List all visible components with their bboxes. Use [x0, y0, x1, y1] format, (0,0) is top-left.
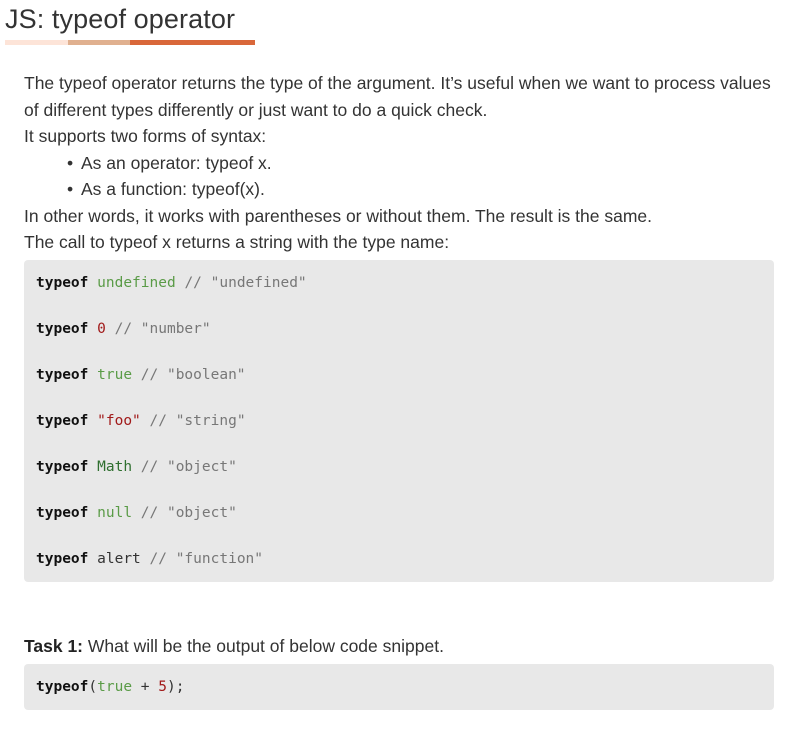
code-comment: // "object" — [140, 504, 237, 521]
code-keyword: typeof — [36, 320, 89, 337]
list-item-text: As an operator: typeof x. — [81, 152, 272, 173]
code-keyword: typeof — [36, 504, 89, 521]
code-punct: ( — [88, 679, 98, 695]
code-keyword: typeof — [36, 366, 89, 383]
code-comment: // "string" — [149, 412, 246, 429]
list-item: • As a function: typeof(x). — [67, 176, 774, 203]
code-line: typeof "foo" // "string" — [36, 410, 762, 456]
intro-paragraph: The typeof operator returns the type of … — [24, 73, 771, 120]
code-value: null — [97, 504, 133, 521]
syntax-list: • As an operator: typeof x. • As a functio… — [24, 150, 774, 203]
code-line: typeof(true + 5); — [36, 676, 762, 698]
title-underline — [5, 40, 255, 45]
code-line: typeof undefined // "undefined" — [36, 272, 762, 318]
parentheses-note: In other words, it works with parenthese… — [24, 205, 653, 226]
page-title: JS: typeof operator — [5, 4, 236, 34]
code-value: "foo" — [97, 412, 141, 429]
code-line: typeof null // "object" — [36, 502, 762, 548]
code-number: 5 — [158, 679, 167, 695]
code-punct: ); — [166, 679, 185, 695]
task-label: Task 1: — [24, 635, 84, 656]
task-code-block: typeof(true + 5); — [24, 664, 774, 710]
code-comment: // "number" — [114, 320, 211, 337]
underline-segment-1 — [5, 40, 68, 45]
underline-segment-2 — [68, 40, 130, 45]
bullet-icon: • — [67, 152, 74, 173]
code-value: alert — [97, 550, 141, 567]
bullet-icon: • — [67, 179, 74, 199]
syntax-intro: It supports two forms of syntax: — [24, 126, 267, 146]
code-literal: true — [97, 679, 133, 695]
code-keyword: typeof — [36, 550, 89, 567]
code-line: typeof Math // "object" — [36, 456, 762, 502]
task-text: What will be the output of below code sn… — [83, 635, 444, 656]
code-keyword: typeof — [36, 274, 89, 291]
code-comment: // "undefined" — [184, 274, 307, 291]
code-value: undefined — [97, 274, 176, 291]
code-line: typeof true // "boolean" — [36, 364, 762, 410]
code-line: typeof 0 // "number" — [36, 318, 762, 364]
list-item: • As an operator: typeof x. — [67, 150, 774, 177]
list-item-text: As a function: typeof(x). — [81, 179, 265, 199]
code-keyword: typeof — [36, 412, 89, 429]
underline-segment-3 — [130, 40, 255, 45]
code-example-block: typeof undefined // "undefined" typeof 0 … — [24, 259, 774, 582]
code-value: true — [97, 366, 133, 383]
code-comment: // "object" — [140, 458, 237, 475]
code-comment: // "boolean" — [140, 366, 246, 383]
article-content: The typeof operator returns the type of … — [24, 70, 774, 710]
code-keyword: typeof — [36, 679, 89, 695]
code-keyword: typeof — [36, 458, 89, 475]
code-value: 0 — [97, 320, 106, 337]
code-line: typeof alert // "function" — [36, 548, 762, 570]
code-value: Math — [97, 458, 133, 475]
code-comment: // "function" — [149, 550, 264, 567]
code-operator: + — [132, 679, 159, 695]
return-note: The call to typeof x returns a string wi… — [24, 232, 450, 252]
task-prompt: Task 1: What will be the output of below… — [24, 633, 774, 660]
